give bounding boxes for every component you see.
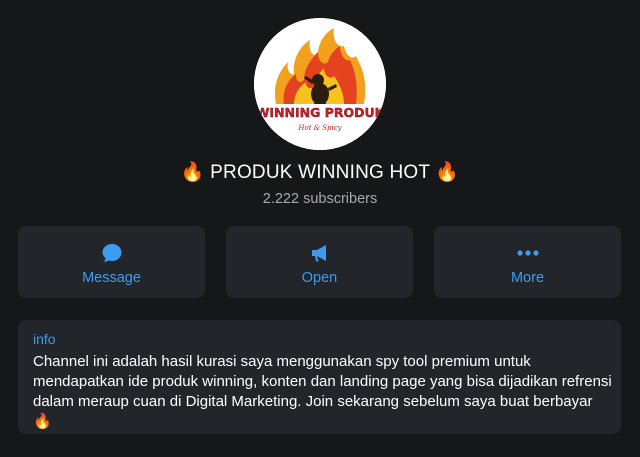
action-bar: Message Open More: [18, 226, 621, 298]
channel-title: 🔥 PRODUK WINNING HOT 🔥: [180, 162, 460, 183]
more-dots-icon: [434, 242, 621, 264]
logo-tagline: Hot & Spicy: [297, 124, 342, 132]
open-button[interactable]: Open: [226, 226, 413, 298]
more-button-label: More: [510, 270, 545, 286]
more-button[interactable]: More: [434, 226, 621, 298]
subscriber-count: 2.222 subscribers: [262, 191, 378, 207]
chat-bubble-icon: [18, 242, 205, 264]
info-label: info: [33, 331, 56, 347]
channel-description: Channel ini adalah hasil kurasi saya men…: [33, 353, 612, 430]
open-button-label: Open: [301, 270, 338, 286]
logo-wordmark: WINNING PRODUK: [256, 105, 386, 120]
channel-avatar[interactable]: WINNING PRODUK Hot & Spicy: [254, 18, 386, 150]
fire-logo-icon: WINNING PRODUK Hot & Spicy: [254, 18, 386, 150]
megaphone-icon: [226, 242, 413, 264]
message-button-label: Message: [82, 270, 141, 286]
info-card: info Channel ini adalah hasil kurasi say…: [18, 320, 621, 434]
message-button[interactable]: Message: [18, 226, 205, 298]
